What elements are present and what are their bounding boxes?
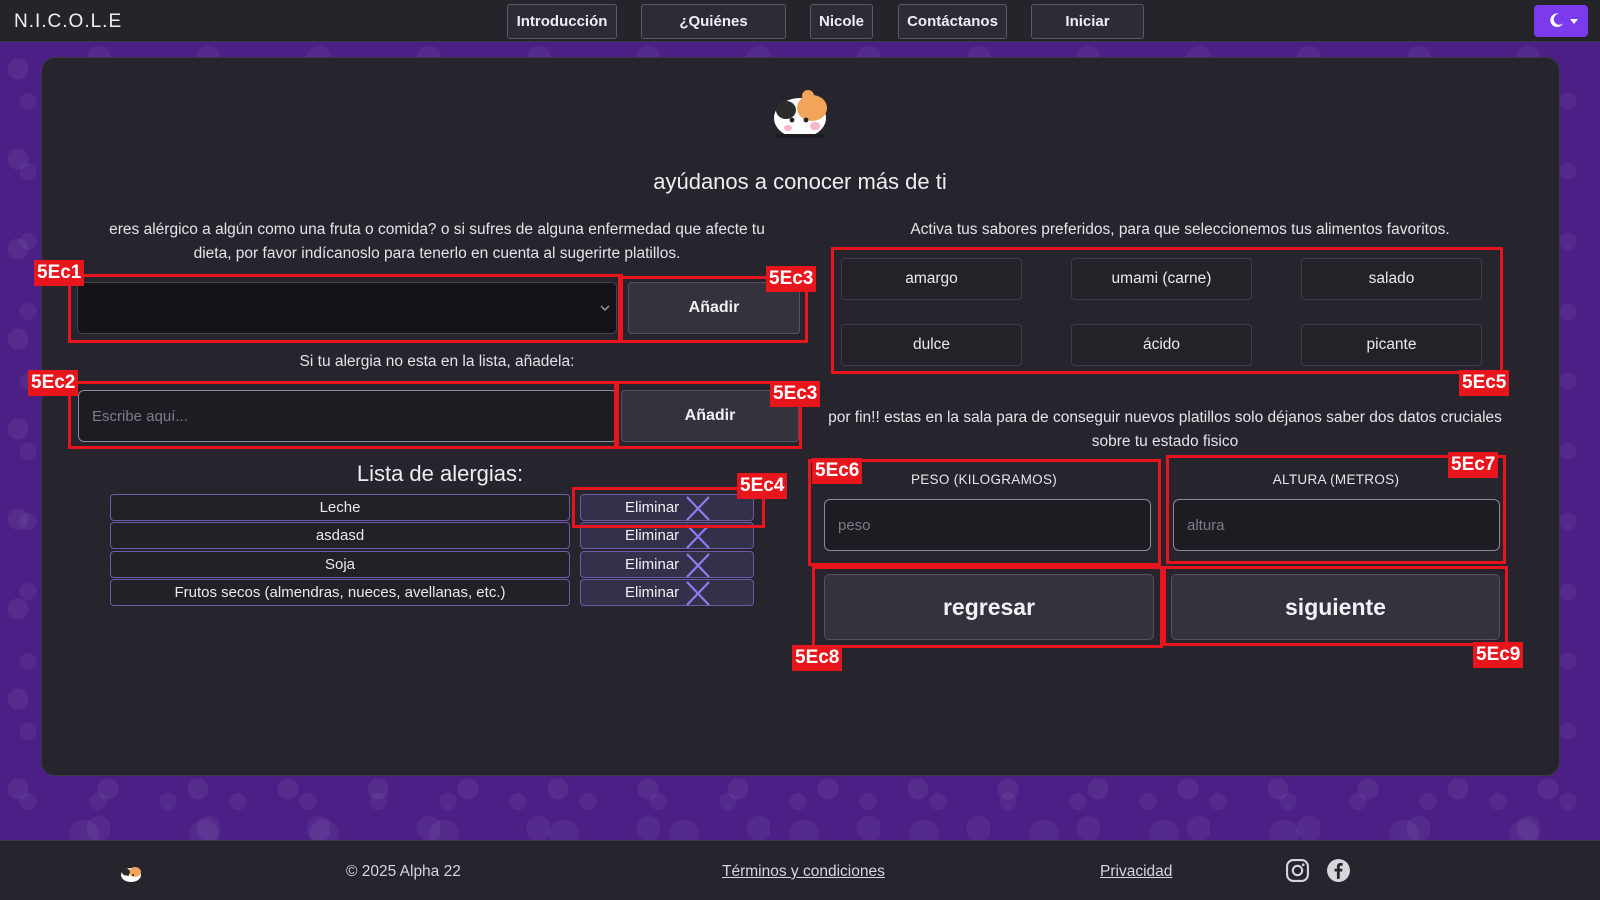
navbar: N.I.C.O.L.E Introducción ¿Quiénes Somos?… [0, 0, 1600, 63]
allergy-name: Frutos secos (almendras, nueces, avellan… [110, 579, 570, 606]
annotation-tag-ec3a: 5Ec3 [766, 266, 817, 292]
nav-contactanos[interactable]: Contáctanos [898, 4, 1007, 39]
annotation-tag-ec2: 5Ec2 [28, 370, 79, 396]
list-item: Soja Eliminar [110, 551, 754, 579]
weight-input[interactable] [824, 499, 1151, 551]
flavor-toggle-amargo[interactable]: amargo [841, 258, 1022, 300]
close-icon [686, 553, 710, 578]
theme-toggle-button[interactable] [1534, 5, 1588, 37]
delete-label: Eliminar [625, 527, 680, 544]
close-icon [686, 581, 710, 606]
flavor-toggle-dulce[interactable]: dulce [841, 324, 1022, 366]
nav-nicole[interactable]: Nicole [810, 4, 873, 39]
flavor-toggle-umami[interactable]: umami (carne) [1071, 258, 1252, 300]
nav-introduccion[interactable]: Introducción [507, 4, 617, 39]
nav-quienes-somos[interactable]: ¿Quiénes Somos? [641, 4, 786, 63]
terms-link[interactable]: Términos y condiciones [722, 863, 885, 881]
height-input[interactable] [1173, 499, 1500, 551]
page-title: ayúdanos a conocer más de ti [653, 169, 947, 194]
list-item: Leche Eliminar [110, 494, 754, 522]
list-item: Frutos secos (almendras, nueces, avellan… [110, 579, 754, 607]
annotation-tag-ec7: 5Ec7 [1448, 452, 1499, 478]
delete-label: Eliminar [625, 556, 680, 573]
flavor-toggle-picante[interactable]: picante [1301, 324, 1482, 366]
moon-icon [1550, 13, 1564, 28]
allergy-name: Leche [110, 494, 570, 521]
annotation-tag-ec6: 5Ec6 [812, 458, 863, 484]
flavor-toggle-salado[interactable]: salado [1301, 258, 1482, 300]
hamster-logo-icon [121, 867, 141, 882]
allergy-select[interactable] [77, 282, 617, 334]
allergy-intro-text: eres alérgico a algún como una fruta o c… [109, 221, 765, 262]
list-item: asdasd Eliminar [110, 522, 754, 550]
chevron-down-icon [600, 305, 610, 311]
annotation-tag-ec1: 5Ec1 [34, 260, 85, 286]
custom-allergy-input[interactable] [78, 390, 618, 442]
delete-allergy-button[interactable]: Eliminar [580, 494, 754, 521]
annotation-tag-ec3b: 5Ec3 [770, 381, 821, 407]
body-data-prompt: por fin!! estas en la sala para de conse… [828, 409, 1502, 450]
chevron-down-icon [1570, 19, 1578, 24]
delete-label: Eliminar [625, 499, 680, 516]
brand-logo-text[interactable]: N.I.C.O.L.E [14, 11, 122, 33]
instagram-icon[interactable] [1285, 858, 1310, 883]
next-button[interactable]: siguiente [1171, 574, 1500, 640]
annotation-tag-ec8: 5Ec8 [792, 645, 843, 671]
footer: © 2025 Alpha 22 Términos y condiciones P… [0, 840, 1600, 900]
delete-allergy-button[interactable]: Eliminar [580, 522, 754, 549]
allergy-name: Soja [110, 551, 570, 578]
allergy-name: asdasd [110, 522, 570, 549]
close-icon [686, 524, 710, 549]
flavors-prompt: Activa tus sabores preferidos, para que … [910, 221, 1450, 238]
copyright-text: © 2025 Alpha 22 [346, 863, 461, 880]
hamster-mascot-icon [774, 90, 827, 138]
privacy-link[interactable]: Privacidad [1100, 863, 1172, 881]
flavor-toggle-acido[interactable]: ácido [1071, 324, 1252, 366]
back-button[interactable]: regresar [824, 574, 1154, 640]
annotation-tag-ec5: 5Ec5 [1459, 370, 1510, 396]
delete-allergy-button[interactable]: Eliminar [580, 579, 754, 606]
delete-label: Eliminar [625, 584, 680, 601]
annotation-tag-ec4: 5Ec4 [737, 473, 788, 499]
nav-iniciar-sesion[interactable]: Iniciar Sesión [1031, 4, 1144, 63]
facebook-icon[interactable] [1326, 858, 1351, 883]
custom-allergy-prompt: Si tu alergia no esta en la lista, añade… [299, 353, 575, 370]
annotation-tag-ec9: 5Ec9 [1473, 642, 1524, 668]
delete-allergy-button[interactable]: Eliminar [580, 551, 754, 578]
weight-label: PESO (KILOGRAMOS) [910, 472, 1058, 487]
close-icon [686, 496, 710, 521]
